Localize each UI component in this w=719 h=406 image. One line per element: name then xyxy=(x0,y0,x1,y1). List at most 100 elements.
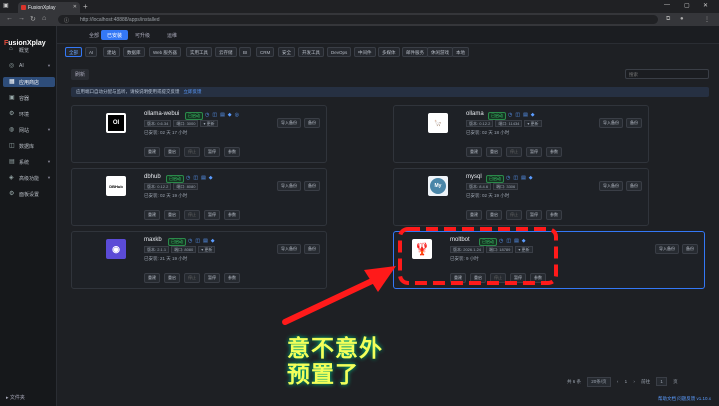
app-link-icons[interactable]: ◷◫▤◆ xyxy=(188,238,218,244)
import-backup-button[interactable]: 导入备份 xyxy=(599,118,623,128)
category-tools[interactable]: 实用工具 xyxy=(186,47,212,57)
app-link-icons[interactable]: ◷◫▤◆◎ xyxy=(205,112,242,118)
restart-button[interactable]: 重启 xyxy=(486,210,502,220)
category-mail[interactable]: 邮件服务 xyxy=(402,47,428,57)
search-input[interactable]: 搜索 xyxy=(625,69,709,79)
category-bi[interactable]: BI xyxy=(239,47,252,57)
pause-button[interactable]: 暂停 xyxy=(526,147,542,157)
pause-button[interactable]: 暂停 xyxy=(526,210,542,220)
sidebar-item-database[interactable]: ◫ 数据库 xyxy=(3,141,55,151)
refresh-button[interactable]: 刷新 xyxy=(71,69,90,80)
params-button[interactable]: 参数 xyxy=(546,210,562,220)
stop-button[interactable]: 停止 xyxy=(184,210,200,220)
params-button[interactable]: 参数 xyxy=(224,273,240,283)
app-name[interactable]: moltbot xyxy=(450,237,470,243)
rebuild-button[interactable]: 重建 xyxy=(144,273,160,283)
sidebar-item-ai[interactable]: ◎ AI ▼ xyxy=(3,61,55,71)
backup-button[interactable]: 备份 xyxy=(304,118,320,128)
rebuild-button[interactable]: 重建 xyxy=(450,273,466,283)
pause-button[interactable]: 暂停 xyxy=(204,210,220,220)
home-nav-icon[interactable]: ⌂ xyxy=(42,15,46,22)
feedback-link[interactable]: 立即反馈 xyxy=(184,89,202,94)
category-games[interactable]: 休闲游戏 xyxy=(427,47,453,57)
app-name[interactable]: maxkb xyxy=(144,237,162,243)
sidebar-item-website[interactable]: ◍ 网站 ▼ xyxy=(3,125,55,135)
restart-button[interactable]: 重启 xyxy=(164,147,180,157)
app-link-icons[interactable]: ◷◫▤◆ xyxy=(506,175,536,181)
backup-button[interactable]: 备份 xyxy=(304,181,320,191)
restart-button[interactable]: 重启 xyxy=(470,273,486,283)
restart-button[interactable]: 重启 xyxy=(164,210,180,220)
app-name[interactable]: ollama-webui xyxy=(144,111,179,117)
footer-links[interactable]: 帮助文档 问题反馈 v1.10.x xyxy=(658,396,711,402)
close-window-icon[interactable]: ✕ xyxy=(703,2,708,9)
reload-icon[interactable]: ↻ xyxy=(30,15,36,23)
tab-ops[interactable]: 运维 xyxy=(161,30,183,40)
stop-button[interactable]: 停止 xyxy=(506,210,522,220)
restart-button[interactable]: 重启 xyxy=(164,273,180,283)
maximize-icon[interactable]: ▢ xyxy=(684,2,690,9)
category-database[interactable]: 数据库 xyxy=(123,47,145,57)
goto-page-input[interactable]: 1 xyxy=(656,377,667,386)
app-link-icons[interactable]: ◷◫▤◆ xyxy=(499,238,529,244)
pause-button[interactable]: 暂停 xyxy=(204,273,220,283)
import-backup-button[interactable]: 导入备份 xyxy=(655,244,679,254)
params-button[interactable]: 参数 xyxy=(224,147,240,157)
browser-tab[interactable]: FusionXplay ✕ xyxy=(18,2,80,13)
sidebar-item-overview[interactable]: ⌂ 概览 xyxy=(3,45,55,55)
category-storage[interactable]: 云存储 xyxy=(215,47,237,57)
import-backup-button[interactable]: 导入备份 xyxy=(277,244,301,254)
category-site[interactable]: 建站 xyxy=(103,47,120,57)
category-devops[interactable]: DevOps xyxy=(327,47,352,57)
prev-page-icon[interactable]: ‹ xyxy=(617,379,619,384)
stop-button[interactable]: 停止 xyxy=(184,273,200,283)
params-button[interactable]: 参数 xyxy=(224,210,240,220)
backup-button[interactable]: 备份 xyxy=(626,118,642,128)
category-devtools[interactable]: 开发工具 xyxy=(298,47,324,57)
rebuild-button[interactable]: 重建 xyxy=(466,210,482,220)
sidebar-item-advanced[interactable]: ◈ 高级功能 ▼ xyxy=(3,173,55,183)
sidebar-item-settings[interactable]: ⚙ 面板设置 xyxy=(3,189,55,199)
current-page[interactable]: 1 xyxy=(625,379,628,384)
stop-button[interactable]: 停止 xyxy=(184,147,200,157)
app-link-icons[interactable]: ◷◫▤◆ xyxy=(508,112,538,118)
params-button[interactable]: 参数 xyxy=(530,273,546,283)
next-page-icon[interactable]: › xyxy=(633,379,635,384)
rebuild-button[interactable]: 重建 xyxy=(144,210,160,220)
sidebar-footer[interactable]: ▸ 文件夹 xyxy=(6,394,25,401)
pause-button[interactable]: 暂停 xyxy=(510,273,526,283)
category-local[interactable]: 本地 xyxy=(452,47,469,57)
app-name[interactable]: ollama xyxy=(466,111,484,117)
tab-installed[interactable]: 已安装 xyxy=(101,30,129,40)
import-backup-button[interactable]: 导入备份 xyxy=(599,181,623,191)
app-link-icons[interactable]: ◷◫▤◆ xyxy=(186,175,216,181)
stop-button[interactable]: 停止 xyxy=(490,273,506,283)
sidebar-item-container[interactable]: ▣ 容器 xyxy=(3,93,55,103)
import-backup-button[interactable]: 导入备份 xyxy=(277,181,301,191)
pause-button[interactable]: 暂停 xyxy=(204,147,220,157)
category-ai[interactable]: AI xyxy=(85,47,98,57)
app-name[interactable]: dbhub xyxy=(144,174,161,180)
import-backup-button[interactable]: 导入备份 xyxy=(277,118,301,128)
sidebar-item-system[interactable]: ▤ 系统 ▼ xyxy=(3,157,55,167)
profile-icon[interactable]: ● xyxy=(680,16,684,22)
forward-icon[interactable]: → xyxy=(18,15,25,22)
category-security[interactable]: 安全 xyxy=(278,47,295,57)
sidebar-item-app-store[interactable]: ▦ 应用商店 xyxy=(3,77,55,87)
tab-upgradable[interactable]: 可升级 xyxy=(129,30,156,40)
extensions-icon[interactable]: ⧉ xyxy=(666,16,670,23)
category-crm[interactable]: CRM xyxy=(256,47,275,57)
stop-button[interactable]: 停止 xyxy=(506,147,522,157)
backup-button[interactable]: 备份 xyxy=(682,244,698,254)
close-tab-icon[interactable]: ✕ xyxy=(73,4,77,10)
site-info-icon[interactable]: ⓘ xyxy=(64,17,69,24)
category-all[interactable]: 全部 xyxy=(65,47,82,57)
back-icon[interactable]: ← xyxy=(6,15,13,22)
restart-button[interactable]: 重启 xyxy=(486,147,502,157)
page-size-select[interactable]: 20条/页 xyxy=(587,377,611,387)
category-media[interactable]: 多媒体 xyxy=(378,47,400,57)
rebuild-button[interactable]: 重建 xyxy=(466,147,482,157)
category-middleware[interactable]: 中间件 xyxy=(354,47,376,57)
sidebar-item-env[interactable]: ⚙ 环境 xyxy=(3,109,55,119)
window-menu-icon[interactable]: ▣ xyxy=(3,2,9,9)
